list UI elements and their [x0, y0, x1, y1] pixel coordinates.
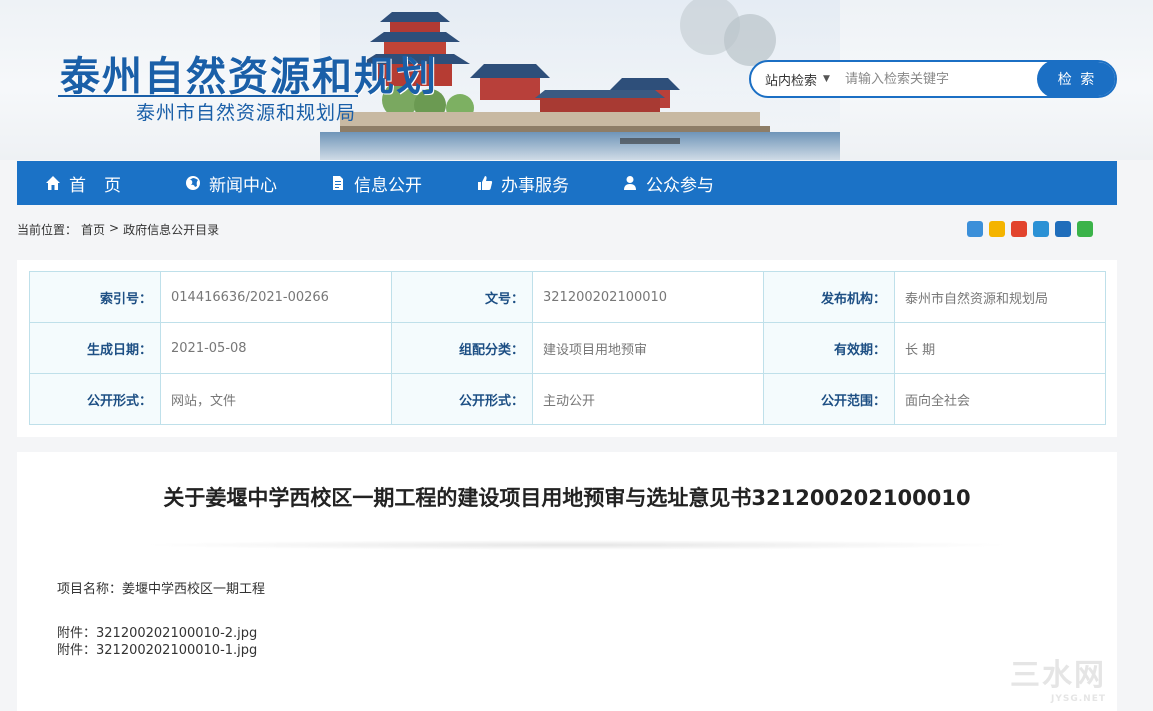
- nav-item-news[interactable]: 新闻中心: [185, 161, 330, 205]
- breadcrumb-separator: >: [109, 221, 120, 235]
- breadcrumb-current-link[interactable]: 政府信息公开目录: [123, 221, 219, 238]
- search-scope-select[interactable]: 站内检索 ▼: [751, 70, 845, 89]
- title-underline: [58, 95, 358, 97]
- breadcrumb: 当前位置： 首页 > 政府信息公开目录: [17, 221, 219, 238]
- article-title: 关于姜堰中学西校区一期工程的建设项目用地预审与选址意见书321200202100…: [163, 486, 971, 510]
- meta-key-publisher: 发布机构：: [763, 271, 895, 323]
- search-input[interactable]: [845, 62, 1037, 96]
- share-tencent-icon[interactable]: [1033, 221, 1049, 237]
- meta-value-doc-number: 321200202100010: [532, 271, 764, 323]
- meta-value-index: 014416636/2021-00266: [160, 271, 392, 323]
- metadata-table: 索引号： 014416636/2021-00266 文号： 3212002021…: [29, 271, 1106, 425]
- title-divider: [137, 540, 1017, 550]
- table-row: 索引号： 014416636/2021-00266 文号： 3212002021…: [29, 271, 1106, 323]
- meta-value-category: 建设项目用地预审: [532, 322, 764, 374]
- watermark-subtext: JYSG.NET: [1051, 694, 1106, 704]
- meta-value-validity: 长 期: [894, 322, 1106, 374]
- site-header: 泰州自然资源和规划 泰州市自然资源和规划局 站内检索 ▼ 检 索: [0, 0, 1153, 160]
- document-icon: [333, 176, 343, 190]
- nav-item-home[interactable]: 首页: [45, 161, 185, 205]
- meta-value-format: 网站，文件: [160, 373, 392, 425]
- meta-key-index: 索引号：: [29, 271, 161, 323]
- project-name: 项目名称：姜堰中学西校区一期工程: [57, 582, 266, 597]
- nav-item-label: 新闻中心: [209, 175, 277, 196]
- meta-value-scope: 面向全社会: [894, 373, 1106, 425]
- chevron-down-icon: ▼: [823, 74, 830, 84]
- meta-key-format: 公开形式：: [29, 373, 161, 425]
- site-title: 泰州自然资源和规划: [60, 54, 438, 100]
- nav-item-public[interactable]: 公众参与: [622, 161, 762, 205]
- nav-item-label: 办事服务: [501, 175, 569, 196]
- nav-item-label: 公众参与: [646, 175, 714, 196]
- search-button[interactable]: 检 索: [1037, 62, 1115, 96]
- nav-item-services[interactable]: 办事服务: [477, 161, 622, 205]
- watermark-logo: 三水网 JYSG.NET: [1010, 650, 1106, 704]
- breadcrumb-home-link[interactable]: 首页: [81, 221, 105, 238]
- share-renren-icon[interactable]: [1055, 221, 1071, 237]
- table-row: 生成日期： 2021-05-08 组配分类： 建设项目用地预审 有效期： 长 期: [29, 322, 1106, 374]
- watermark-text: 三水网: [1010, 658, 1106, 693]
- globe-icon: [186, 176, 200, 190]
- meta-value-disclosure: 主动公开: [532, 373, 764, 425]
- home-icon: [46, 176, 60, 190]
- nav-item-label: 信息公开: [354, 175, 422, 196]
- main-nav: 首页 新闻中心 信息公开 办事服务 公众参与: [17, 161, 1117, 205]
- meta-key-date: 生成日期：: [29, 322, 161, 374]
- meta-key-validity: 有效期：: [763, 322, 895, 374]
- meta-key-doc-number: 文号：: [391, 271, 533, 323]
- table-row: 公开形式： 网站，文件 公开形式： 主动公开 公开范围： 面向全社会: [29, 373, 1106, 425]
- nav-item-info[interactable]: 信息公开: [330, 161, 477, 205]
- thumbs-up-icon: [478, 176, 493, 190]
- share-weibo-icon[interactable]: [1011, 221, 1027, 237]
- share-wechat-icon[interactable]: [1077, 221, 1093, 237]
- site-subtitle: 泰州市自然资源和规划局: [136, 102, 357, 124]
- share-toolbar: [967, 221, 1093, 237]
- article-panel: 关于姜堰中学西校区一期工程的建设项目用地预审与选址意见书321200202100…: [17, 452, 1117, 711]
- metadata-panel: 索引号： 014416636/2021-00266 文号： 3212002021…: [17, 260, 1117, 437]
- meta-key-scope: 公开范围：: [763, 373, 895, 425]
- attachment-link[interactable]: 附件：321200202100010-1.jpg: [57, 639, 257, 658]
- meta-key-disclosure: 公开形式：: [391, 373, 533, 425]
- breadcrumb-prefix: 当前位置：: [17, 223, 78, 237]
- search-scope-label: 站内检索: [765, 73, 818, 89]
- meta-value-publisher: 泰州市自然资源和规划局: [894, 271, 1106, 323]
- meta-key-category: 组配分类：: [391, 322, 533, 374]
- search-bar: 站内检索 ▼ 检 索: [749, 60, 1117, 98]
- share-more-icon[interactable]: [967, 221, 983, 237]
- meta-value-date: 2021-05-08: [160, 322, 392, 374]
- user-icon: [624, 176, 636, 190]
- share-qzone-icon[interactable]: [989, 221, 1005, 237]
- nav-item-label: 首页: [69, 175, 139, 196]
